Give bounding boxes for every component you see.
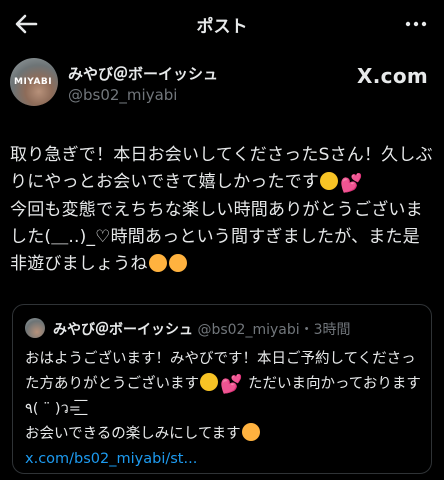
brand-logo: X.com (357, 64, 428, 88)
smiling-face-icon (200, 373, 218, 391)
heart-icon: 💕 (340, 173, 363, 194)
display-name[interactable]: みやび＠ボーイッシュ (68, 63, 218, 84)
smiling-face-hearts-icon (168, 254, 187, 272)
post-text: 取り急ぎで！本日お会いしてくださったSさん！久しぶりにやっとお会いできて嬉しかっ… (10, 142, 434, 278)
quoted-text-3: お会いできるの楽しみにしてます (25, 426, 241, 442)
heart-icon: 💕 (220, 374, 243, 395)
quoted-link[interactable]: x.com/bs02_miyabi/st... (25, 451, 197, 467)
shushing-face-icon (320, 172, 339, 190)
quoted-post-header: みやび＠ボーイッシュ @bs02_miyabi・3時間 (53, 319, 351, 339)
smiling-face-hearts-icon (148, 254, 167, 272)
user-handle[interactable]: @bs02_miyabi (68, 86, 177, 104)
smiling-face-hearts-icon (241, 423, 260, 441)
avatar (25, 318, 45, 338)
more-horizontal-icon[interactable] (402, 10, 430, 38)
page-title: ポスト (196, 17, 248, 37)
top-bar: ポスト (0, 0, 444, 48)
quoted-display-name: みやび＠ボーイッシュ (53, 322, 193, 338)
avatar[interactable]: MIYABI (10, 58, 58, 106)
post-text-line-1: 取り急ぎで！本日お会いしてくださったSさん！久しぶりにやっとお会いできて嬉しかっ… (10, 145, 433, 192)
quoted-post-text: おはようございます！みやびです！本日ご予約してくださった方ありがとうございます 💕… (25, 347, 421, 472)
quoted-post[interactable]: みやび＠ボーイッシュ @bs02_miyabi・3時間 おはようございます！みや… (12, 304, 432, 474)
post-text-line-2: 今回も変態でえちちな楽しい時間ありがとうございました(＿..)_♡時間あっという… (10, 200, 423, 274)
avatar-text: MIYABI (14, 77, 53, 87)
quoted-handle-time: @bs02_miyabi・3時間 (197, 322, 351, 338)
